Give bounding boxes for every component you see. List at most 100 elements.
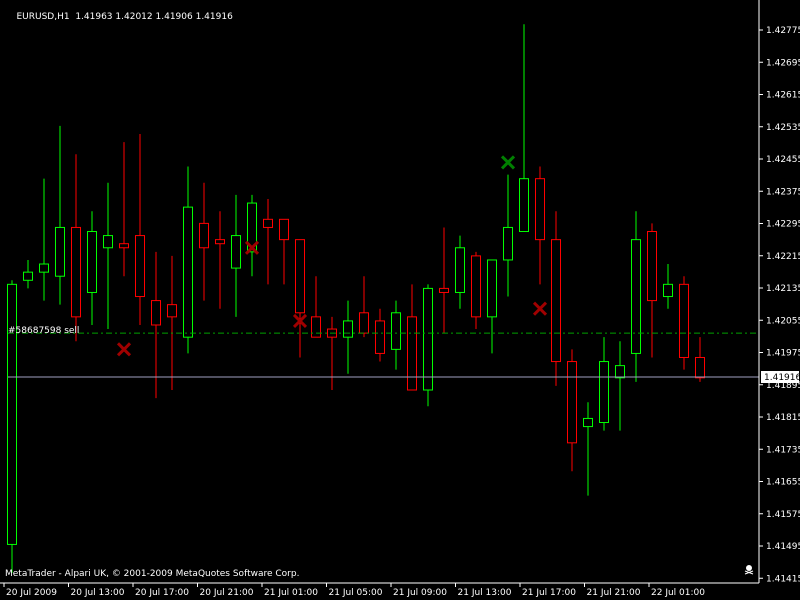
candle-body xyxy=(455,247,465,293)
skull-icon xyxy=(744,565,754,575)
candle xyxy=(215,211,225,309)
candle-body xyxy=(263,218,273,228)
price-tick-label: 1.42215 xyxy=(766,252,800,262)
candle-body xyxy=(631,239,641,354)
price-tick-label: 1.41415 xyxy=(766,574,800,584)
buy-marker-icon[interactable] xyxy=(500,155,516,170)
open-price: 1.41963 xyxy=(75,12,113,22)
candle-body xyxy=(199,222,209,249)
candle-body xyxy=(583,417,593,428)
candle xyxy=(375,308,385,362)
candle xyxy=(247,194,257,277)
candle-body xyxy=(503,226,513,261)
candle xyxy=(503,174,513,297)
candlestick-chart[interactable]: 1.42775 1.42695 1.42615 1.42535 1.42455 1.423… xyxy=(0,0,800,600)
order-label[interactable]: #58687598 sell xyxy=(8,326,79,336)
time-axis-labels: 20 Jul 2009 20 Jul 13:00 20 Jul 17:00 20 Ju… xyxy=(3,583,705,598)
price-tick-label: 1.42695 xyxy=(766,58,800,68)
candle xyxy=(695,337,705,382)
time-tick-label: 22 Jul 01:00 xyxy=(651,588,705,598)
candle xyxy=(551,211,561,386)
low-price: 1.41906 xyxy=(155,12,193,22)
candle xyxy=(295,239,305,358)
candle-body xyxy=(119,243,129,249)
candle xyxy=(199,182,209,301)
current-price-tag-text: 1.41916 xyxy=(764,373,800,383)
candle-body xyxy=(167,304,177,318)
candle xyxy=(311,276,321,338)
candle xyxy=(439,227,449,334)
time-tick-label: 21 Jul 13:00 xyxy=(458,588,512,598)
time-tick-label: 21 Jul 01:00 xyxy=(264,588,318,598)
candle-body xyxy=(663,283,673,298)
candle xyxy=(471,251,481,330)
candle-body xyxy=(599,361,609,424)
candle xyxy=(71,154,81,342)
high-price: 1.42012 xyxy=(115,12,153,22)
candle-body xyxy=(423,287,433,391)
candle xyxy=(391,300,401,370)
candle xyxy=(519,24,529,233)
candle xyxy=(679,276,689,370)
candle-body xyxy=(359,312,369,334)
price-tick-label: 1.42135 xyxy=(766,284,800,294)
candle xyxy=(487,259,497,354)
copyright-text: MetaTrader - Alpari UK, © 2001-2009 Meta… xyxy=(5,569,300,579)
chart-window[interactable]: 1.42775 1.42695 1.42615 1.42535 1.42455 1.423… xyxy=(0,0,800,600)
price-tick-label: 1.41735 xyxy=(766,445,800,455)
candle-body xyxy=(519,178,529,233)
candle-body xyxy=(535,178,545,241)
price-tick-label: 1.42295 xyxy=(766,220,800,230)
candle-body xyxy=(87,231,97,293)
candle xyxy=(119,142,129,277)
close-price: 1.41916 xyxy=(195,12,233,22)
candle xyxy=(151,251,161,399)
candle xyxy=(39,178,49,301)
sell-marker-icon[interactable] xyxy=(116,342,132,357)
sell-marker-icon[interactable] xyxy=(532,301,548,316)
candle xyxy=(615,341,625,431)
price-tick-label: 1.41815 xyxy=(766,413,800,423)
candle xyxy=(423,284,433,407)
candle-body xyxy=(695,356,705,379)
candle-body xyxy=(231,235,241,269)
candle xyxy=(167,255,177,390)
candle-body xyxy=(39,263,49,273)
candle xyxy=(407,284,417,391)
candle-body xyxy=(375,320,385,354)
candle-body xyxy=(615,365,625,379)
candle-body xyxy=(551,239,561,363)
candle-body xyxy=(439,287,449,293)
candle-body xyxy=(295,239,305,314)
candle-body xyxy=(279,218,289,241)
price-tick-label: 1.41575 xyxy=(766,510,800,520)
candle-body xyxy=(471,255,481,318)
candle xyxy=(23,259,33,289)
candle-body xyxy=(647,231,657,302)
candle-body xyxy=(407,316,417,391)
time-tick-label: 21 Jul 21:00 xyxy=(587,588,641,598)
candle-body xyxy=(343,320,353,338)
price-tick-label: 1.42535 xyxy=(766,123,800,133)
time-tick-label: 21 Jul 05:00 xyxy=(329,588,383,598)
candle xyxy=(599,337,609,431)
candle xyxy=(279,218,289,285)
candle-body xyxy=(567,361,577,444)
symbol-timeframe: EURUSD,H1 xyxy=(16,12,70,22)
candle-body xyxy=(7,283,17,545)
price-tick-label: 1.42055 xyxy=(766,316,800,326)
candle xyxy=(7,280,17,573)
candle xyxy=(631,211,641,382)
time-tick-label: 20 Jul 2009 xyxy=(6,588,57,598)
time-tick-label: 20 Jul 13:00 xyxy=(71,588,125,598)
candle-body xyxy=(183,206,193,338)
time-tick-label: 21 Jul 09:00 xyxy=(393,588,447,598)
candle xyxy=(535,166,545,285)
time-tick-label: 20 Jul 17:00 xyxy=(135,588,189,598)
current-price-tag: 1.41916 xyxy=(761,371,800,383)
candle xyxy=(263,199,273,285)
price-tick-label: 1.42775 xyxy=(766,26,800,36)
candle-body xyxy=(679,283,689,358)
candle xyxy=(343,300,353,374)
candle xyxy=(359,276,369,338)
